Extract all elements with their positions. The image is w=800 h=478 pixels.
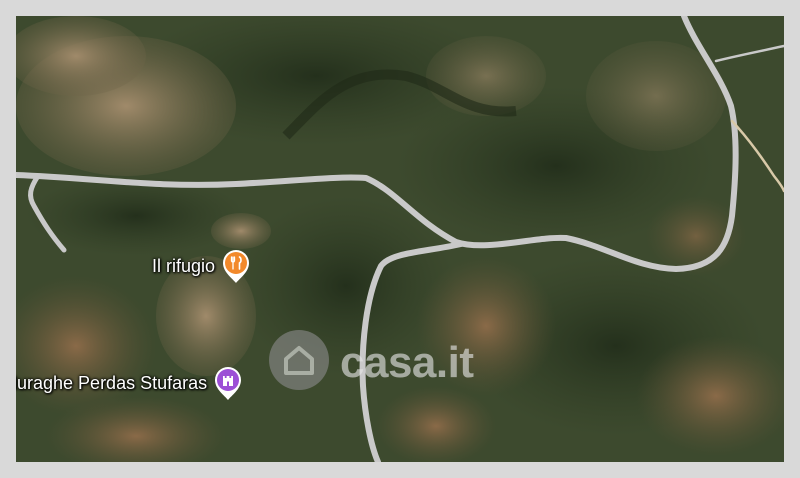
castle-icon[interactable] [213,365,243,401]
restaurant-icon[interactable] [221,248,251,284]
map-frame: Il rifugio Nuraghe Perdas Stufaras casa.… [0,0,800,478]
poi-label: Il rifugio [152,255,216,276]
poi-label: Nuraghe Perdas Stufaras [16,372,208,393]
poi-nuraghe-perdas-stufaras[interactable]: Nuraghe Perdas Stufaras [16,365,243,401]
house-icon [268,329,330,396]
poi-il-rifugio[interactable]: Il rifugio [152,248,251,284]
watermark-text: casa.it [340,337,474,387]
casa-it-watermark: casa.it [268,329,474,396]
